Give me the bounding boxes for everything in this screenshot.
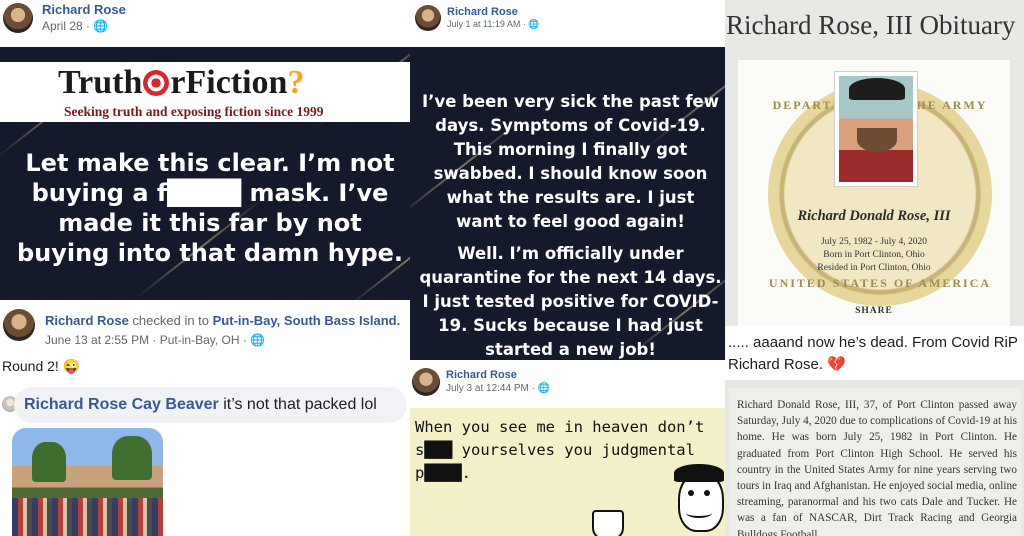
- comment-bubble: Richard Rose Cay Beaver it’s not that pa…: [14, 387, 407, 423]
- obituary-body: Richard Donald Rose, III, 37, of Port Cl…: [737, 399, 1017, 536]
- comment-text: it’s not that packed lol: [218, 396, 377, 413]
- post-text-symptoms: I’ve been very sick the past few days. S…: [422, 92, 719, 231]
- logo-question: ?: [287, 64, 305, 101]
- comment-author[interactable]: Richard Rose: [24, 396, 127, 413]
- target-icon: [143, 70, 170, 96]
- globe-icon: 🌐: [528, 19, 540, 29]
- meme-image: When you see me in heaven don’t s███ you…: [410, 408, 725, 536]
- post-author[interactable]: Richard Rose: [447, 6, 518, 18]
- panel-july1-post: Richard Rose July 1 at 11:19 AM · 🌐 I’ve…: [410, 0, 725, 360]
- logo-word-truth: Truth: [58, 64, 143, 101]
- globe-icon: 🌐: [93, 19, 109, 33]
- post-author[interactable]: Richard Rose: [45, 313, 129, 328]
- status-text: Round 2! 😜: [2, 358, 81, 374]
- panel-checkin-post: Richard Rose checked in to Put-in-Bay, S…: [0, 300, 410, 536]
- post-date[interactable]: April 28 · 🌐: [42, 19, 108, 33]
- avatar[interactable]: [415, 5, 441, 31]
- obituary-card: DEPARTMENT OF THE ARMY UNITED STATES OF …: [738, 60, 1010, 326]
- post-date[interactable]: July 1 at 11:19 AM · 🌐: [447, 19, 540, 30]
- obituary-header: Richard Rose, III Obituary: [726, 10, 1016, 40]
- avatar[interactable]: [3, 309, 35, 341]
- post-text: Let make this clear. I’m not buying a f█…: [16, 149, 404, 267]
- checkin-photo[interactable]: [12, 428, 163, 536]
- post-date-text: June 13 at 2:55 PM · Put-in-Bay, OH ·: [45, 333, 251, 347]
- seal-bottom-text: UNITED STATES OF AMERICA: [768, 276, 992, 290]
- checkin-line: Richard Rose checked in to Put-in-Bay, S…: [45, 313, 400, 328]
- panel-april-post: Richard Rose April 28 · 🌐 Truth rFiction?…: [0, 0, 410, 300]
- checked-in-text: checked in to: [128, 313, 213, 328]
- resided-text: Resided in Port Clinton, Ohio: [817, 263, 931, 273]
- truthorfiction-logo: Truth rFiction? Seeking truth and exposin…: [0, 62, 410, 122]
- post-date-text: April 28 ·: [42, 19, 94, 33]
- share-button[interactable]: SHARE: [738, 306, 1010, 316]
- checkin-place[interactable]: Put-in-Bay, South Bass Island.: [213, 313, 401, 328]
- globe-icon: 🌐: [250, 333, 266, 347]
- full-name: Richard Donald Rose, III: [797, 208, 951, 224]
- life-dates: July 25, 1982 - July 4, 2020: [820, 237, 928, 247]
- post-text-positive: Well. I’m officially under quarantine fo…: [419, 244, 722, 359]
- globe-icon: 🌐: [537, 383, 551, 394]
- post-caption: ..... aaaand now he’s dead. From Covid R…: [728, 334, 1018, 373]
- cartoon-man: [668, 464, 725, 536]
- post-date-text: July 1 at 11:19 AM ·: [447, 19, 529, 29]
- logo-tagline: Seeking truth and exposing fiction since…: [64, 104, 324, 119]
- comment-tag[interactable]: Cay Beaver: [132, 396, 219, 413]
- post-date[interactable]: June 13 at 2:55 PM · Put-in-Bay, OH · 🌐: [45, 333, 265, 347]
- avatar[interactable]: [3, 3, 33, 33]
- goblet: [592, 510, 624, 536]
- portrait-photo[interactable]: [834, 71, 918, 187]
- logo-word-fiction: rFiction: [170, 64, 288, 101]
- avatar[interactable]: [412, 368, 440, 396]
- post-author[interactable]: Richard Rose: [42, 2, 126, 17]
- panel-obituary: Richard Rose, III Obituary DEPARTMENT OF…: [725, 0, 1024, 536]
- post-author[interactable]: Richard Rose: [446, 369, 517, 381]
- post-date[interactable]: July 3 at 12:44 PM · 🌐: [446, 383, 550, 394]
- panel-july3-post: Richard Rose July 3 at 12:44 PM · 🌐 When…: [410, 360, 725, 536]
- post-date-text: July 3 at 12:44 PM ·: [446, 383, 538, 394]
- born-text: Born in Port Clinton, Ohio: [823, 250, 925, 260]
